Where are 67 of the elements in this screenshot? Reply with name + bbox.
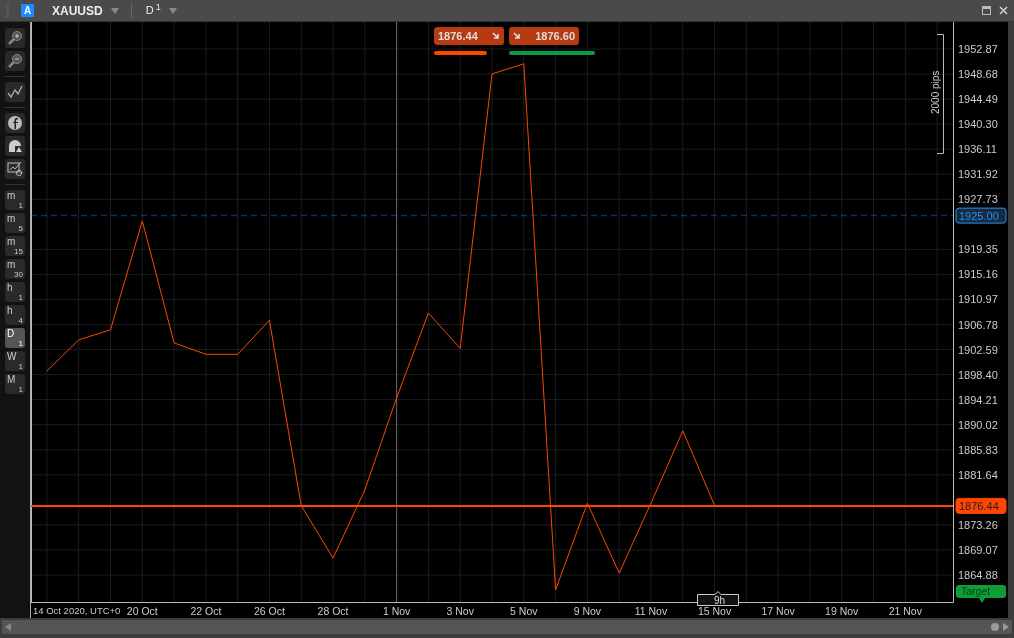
ref-line-label: 1925.00 [959,209,999,222]
bid-line[interactable] [31,504,954,507]
date-label: 15 Nov [697,605,732,617]
price-label: 1944.49 [958,93,998,106]
timeframe-button[interactable]: h 1 [5,282,25,302]
circle-logo-icon[interactable] [5,113,25,133]
price-label: 1873.26 [958,518,998,531]
zoom-out-icon[interactable] [5,51,25,71]
date-label: 14 Oct 2020, UTC+0 [33,605,121,616]
timeframe-button[interactable]: m 30 [5,259,25,279]
bid-price-tag[interactable]: 1876.44 [955,497,1007,514]
date-label: 21 Nov [888,605,922,617]
scroll-right-icon[interactable] [991,623,1009,631]
shapes-icon[interactable] [5,136,25,156]
alert-price-tag[interactable]: 1925.00 [955,207,1007,224]
timeframe-button[interactable]: M 1 [5,374,25,394]
date-label: 28 Oct [317,605,349,617]
date-label: 26 Oct [254,605,285,617]
date-label: 22 Oct [190,605,222,617]
line-chart-icon[interactable] [5,82,25,102]
price-label: 1948.68 [958,68,998,81]
price-label: 1910.97 [958,293,998,306]
timeframe-button[interactable]: m 5 [5,213,25,233]
timeframe-button[interactable]: m 1 [5,190,25,210]
time-marker[interactable]: 9h [697,591,739,606]
price-label: 1919.35 [958,243,998,256]
price-label: 1915.16 [958,268,998,281]
price-label: 1931.92 [958,168,998,181]
date-label: 19 Nov [825,605,859,617]
arrow-icon [513,32,521,40]
price-label: 1940.30 [958,118,998,131]
sell-button[interactable]: 1876.44 [434,27,504,45]
scroll-bar[interactable] [2,620,1012,634]
price-label: 1952.87 [958,43,998,55]
price-label: 1936.11 [958,143,997,156]
caret-icon[interactable] [168,5,177,16]
date-label: 11 Nov [634,605,668,617]
price-label: 1885.83 [958,443,998,456]
zoom-in-icon[interactable] [5,28,25,48]
timeframe-button[interactable]: m 15 [5,236,25,256]
price-label: 1881.64 [958,468,998,481]
price-label: 1906.78 [958,318,998,331]
price-label: 1902.59 [958,343,998,356]
ref-line-label: 1876.44 [959,499,999,512]
symbol-name[interactable]: XAUUSD [52,1,103,20]
date-label: 5 Nov [510,605,538,617]
price-label: 1890.02 [958,418,998,431]
date-label: 1 Nov [382,605,411,617]
restore-icon[interactable] [982,6,991,15]
price-label: 1869.07 [958,543,998,556]
date-label: 17 Nov [761,605,795,617]
buy-button[interactable]: 1876.60 [509,27,579,45]
price-label: 1894.21 [958,393,998,406]
price-label: 1927.73 [958,193,998,206]
date-label: 3 Nov [446,605,474,617]
timeframe-button[interactable]: D 1 [5,328,25,348]
pip-ruler-label: 2000 pips [930,70,941,114]
arrow-icon [492,32,500,40]
date-label: 9 Nov [573,605,602,617]
date-label: 20 Oct [126,605,158,617]
caret-icon[interactable] [110,5,119,16]
chart-settings-icon[interactable] [5,159,25,179]
close-icon[interactable] [999,6,1008,15]
timeframe-button[interactable]: W 1 [5,351,25,371]
price-label: 1864.88 [958,569,998,581]
price-label: 1898.40 [958,368,998,381]
timeframe-button[interactable]: h 4 [5,305,25,325]
